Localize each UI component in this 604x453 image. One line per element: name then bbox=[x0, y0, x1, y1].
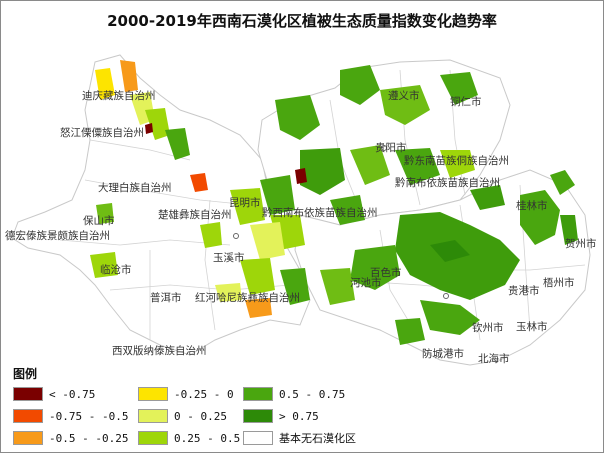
label-qiandongnan: 黔东南苗族侗族自治州 bbox=[404, 155, 509, 167]
label-yuxi: 玉溪市 bbox=[213, 252, 245, 264]
legend-swatch bbox=[138, 409, 168, 423]
legend-label: > 0.75 bbox=[279, 409, 319, 423]
label-guilin: 桂林市 bbox=[516, 200, 548, 212]
legend-item: -0.5 - -0.25 bbox=[13, 430, 128, 446]
label-nujiang: 怒江傈僳族自治州 bbox=[60, 127, 144, 139]
label-dehong: 德宏傣族景颇族自治州 bbox=[5, 230, 110, 242]
label-honghe: 红河哈尼族彝族自治州 bbox=[195, 292, 300, 304]
legend-label: 0.25 - 0.5 bbox=[174, 431, 241, 445]
legend-swatch bbox=[243, 431, 273, 445]
legend-item: 0.25 - 0.5 bbox=[138, 430, 240, 446]
label-puer: 普洱市 bbox=[150, 292, 182, 304]
label-qinzhou: 钦州市 bbox=[472, 322, 504, 334]
city-marker-nanning bbox=[443, 293, 449, 299]
legend-item: 0 - 0.25 bbox=[138, 408, 227, 424]
legend-label: 0.5 - 0.75 bbox=[279, 387, 346, 401]
label-yulin: 玉林市 bbox=[516, 321, 548, 333]
legend-label: 0 - 0.25 bbox=[174, 409, 227, 423]
label-diqing: 迪庆藏族自治州 bbox=[82, 90, 156, 102]
legend-swatch bbox=[243, 409, 273, 423]
legend-item: < -0.75 bbox=[13, 386, 95, 402]
city-marker-kunming bbox=[233, 233, 239, 239]
legend-swatch bbox=[13, 431, 43, 445]
legend-item: 0.5 - 0.75 bbox=[243, 386, 345, 402]
legend-item: -0.25 - 0 bbox=[138, 386, 234, 402]
label-zunyi: 遵义市 bbox=[388, 90, 420, 102]
legend-item: -0.75 - -0.5 bbox=[13, 408, 128, 424]
legend-title: 图例 bbox=[13, 367, 38, 381]
legend: < -0.75 -0.75 - -0.5 -0.5 - -0.25 -0.25 … bbox=[13, 386, 393, 450]
label-chuxiong: 楚雄彝族自治州 bbox=[158, 209, 232, 221]
label-guiyang: 贵阳市 bbox=[375, 142, 407, 154]
legend-label: -0.5 - -0.25 bbox=[49, 431, 129, 445]
legend-label: -0.75 - -0.5 bbox=[49, 409, 129, 423]
legend-item: > 0.75 bbox=[243, 408, 319, 424]
legend-label: 基本无石漠化区 bbox=[279, 432, 356, 445]
legend-label: < -0.75 bbox=[49, 387, 96, 401]
legend-swatch bbox=[138, 387, 168, 401]
legend-label: -0.25 - 0 bbox=[174, 387, 234, 401]
label-guigang: 贵港市 bbox=[508, 285, 540, 297]
label-beihai: 北海市 bbox=[478, 353, 510, 365]
label-fangchenggang: 防城港市 bbox=[422, 348, 464, 360]
legend-item: 基本无石漠化区 bbox=[243, 430, 356, 446]
label-wuzhou: 梧州市 bbox=[543, 277, 575, 289]
label-xishuangbanna: 西双版纳傣族自治州 bbox=[112, 345, 207, 357]
legend-swatch bbox=[13, 409, 43, 423]
label-qiannan: 黔南布依族苗族自治州 bbox=[395, 177, 500, 189]
label-qianxinan: 黔西南布依族苗族自治州 bbox=[262, 207, 378, 219]
label-hechi: 河池市 bbox=[350, 277, 382, 289]
legend-swatch bbox=[138, 431, 168, 445]
label-lincang: 临沧市 bbox=[100, 264, 132, 276]
label-hezhou: 贺州市 bbox=[565, 238, 597, 250]
legend-swatch bbox=[13, 387, 43, 401]
label-baoshan: 保山市 bbox=[83, 215, 115, 227]
label-kunming: 昆明市 bbox=[229, 197, 261, 209]
label-dali: 大理白族自治州 bbox=[98, 182, 172, 194]
label-tongren: 铜仁市 bbox=[450, 96, 482, 108]
legend-swatch bbox=[243, 387, 273, 401]
